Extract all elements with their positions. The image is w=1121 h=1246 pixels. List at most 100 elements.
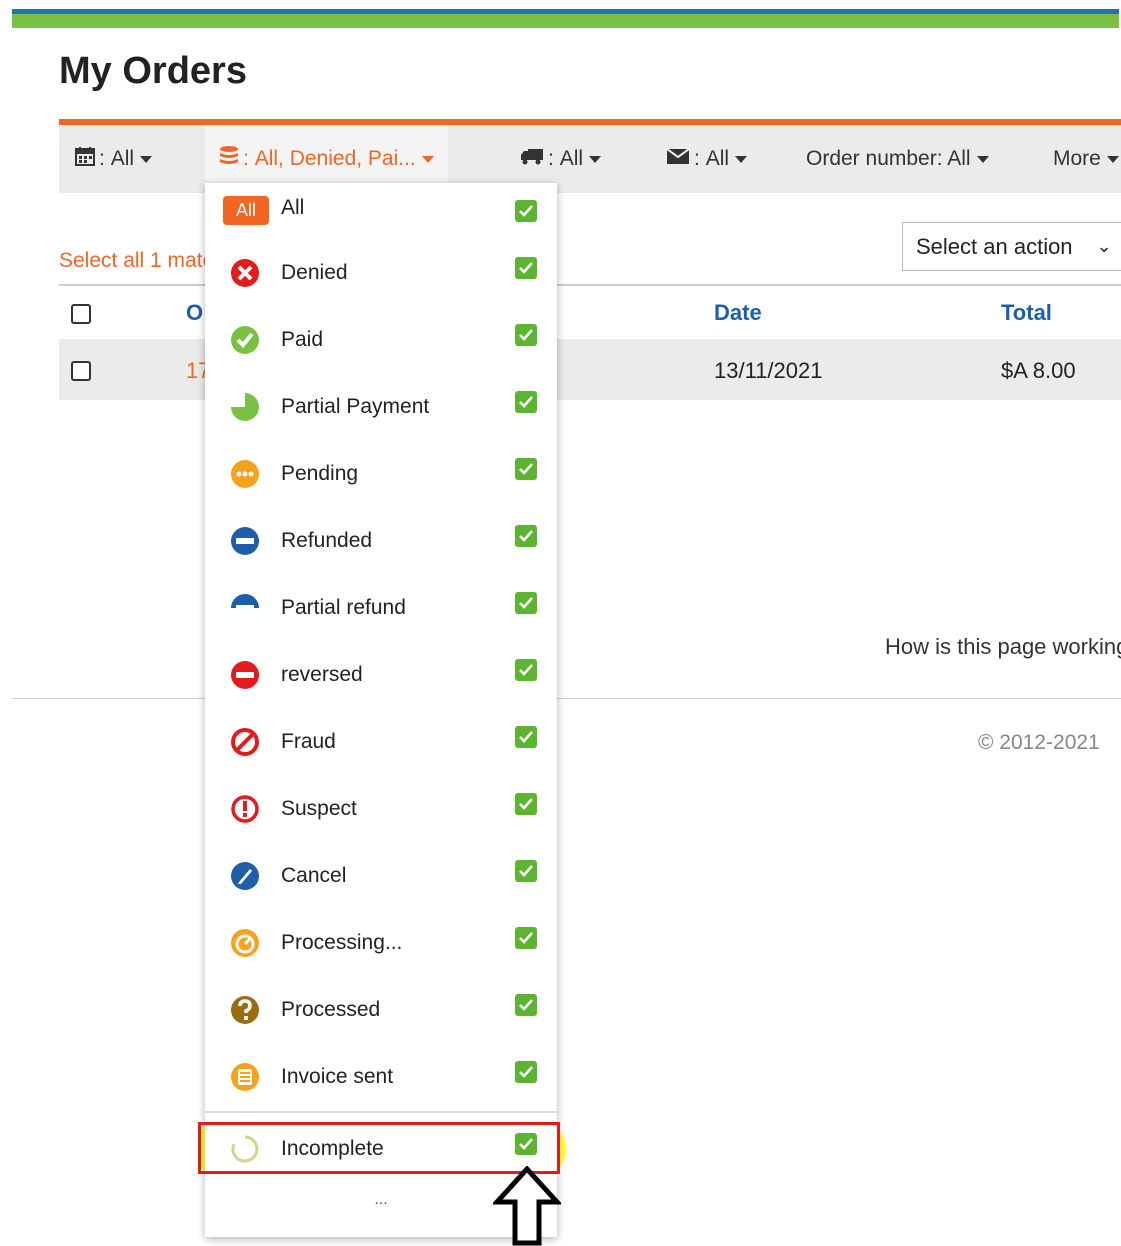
status-option-fraud[interactable]: Fraud bbox=[205, 722, 557, 762]
status-option-invoice-sent[interactable]: Invoice sent bbox=[205, 1057, 557, 1097]
partial-refund-icon bbox=[229, 592, 261, 624]
calendar-icon bbox=[75, 146, 95, 172]
status-option-label: Pending bbox=[281, 462, 359, 485]
email-filter-value: All bbox=[705, 147, 730, 170]
status-option-label: Processed bbox=[281, 998, 381, 1021]
fraud-icon bbox=[229, 726, 261, 758]
shipping-filter-value: All bbox=[559, 147, 584, 170]
action-select-label: Select an action bbox=[916, 233, 1073, 259]
status-option-reversed[interactable]: reversed bbox=[205, 655, 557, 695]
status-option-all[interactable]: All All bbox=[205, 190, 557, 230]
copyright-text: © 2012-2021 bbox=[978, 731, 1100, 754]
status-option-label: Denied bbox=[281, 261, 348, 284]
refunded-icon bbox=[229, 525, 261, 557]
total-column-header[interactable]: Total bbox=[1001, 300, 1052, 326]
processing-icon bbox=[229, 927, 261, 959]
order-date: 13/11/2021 bbox=[714, 358, 823, 383]
status-option-label: Cancel bbox=[281, 864, 347, 887]
status-option-denied[interactable]: Denied bbox=[205, 253, 557, 293]
status-option-processed[interactable]: Processed bbox=[205, 990, 557, 1030]
checkbox-checked-icon[interactable] bbox=[515, 994, 537, 1016]
page-title: My Orders bbox=[59, 50, 247, 92]
chevron-down-icon bbox=[140, 155, 153, 163]
order-column-header[interactable]: O bbox=[186, 300, 203, 326]
reversed-icon bbox=[229, 659, 261, 691]
status-option-label: Paid bbox=[281, 328, 324, 351]
invoice-sent-icon bbox=[229, 1061, 261, 1093]
status-option-partial-payment[interactable]: Partial Payment bbox=[205, 387, 557, 427]
chevron-down-icon bbox=[589, 155, 602, 163]
footer-divider bbox=[12, 698, 1121, 699]
filter-separator: : bbox=[99, 147, 105, 170]
select-all-checkbox[interactable] bbox=[71, 304, 91, 324]
row-checkbox[interactable] bbox=[71, 361, 91, 381]
status-option-cancel[interactable]: Cancel bbox=[205, 856, 557, 896]
order-total: $A 8.00 bbox=[1001, 358, 1076, 383]
filter-separator: : bbox=[243, 147, 249, 170]
database-icon bbox=[219, 145, 239, 173]
checkbox-checked-icon[interactable] bbox=[515, 1061, 537, 1083]
more-filter[interactable]: More bbox=[1053, 125, 1119, 193]
filter-separator: : bbox=[548, 147, 554, 170]
status-option-pending[interactable]: Pending bbox=[205, 454, 557, 494]
help-link[interactable]: How is this page working? bbox=[885, 634, 1121, 660]
checkbox-checked-icon[interactable] bbox=[515, 592, 537, 614]
status-dropdown: All All Denied Paid Partial Payment Pend… bbox=[205, 183, 557, 1237]
status-option-processing[interactable]: Processing... bbox=[205, 923, 557, 963]
checkbox-checked-icon[interactable] bbox=[515, 257, 537, 279]
status-option-paid[interactable]: Paid bbox=[205, 320, 557, 360]
denied-icon bbox=[229, 257, 261, 289]
partial-payment-icon bbox=[229, 391, 261, 423]
pending-icon bbox=[229, 458, 261, 490]
status-option-label: reversed bbox=[281, 663, 363, 686]
status-option-label: Refunded bbox=[281, 529, 373, 552]
order-number-filter-label: Order number: All bbox=[806, 147, 971, 170]
chevron-down-icon: ⌄ bbox=[1096, 236, 1112, 256]
checkbox-checked-icon[interactable] bbox=[515, 391, 537, 413]
order-number-filter[interactable]: Order number: All bbox=[806, 125, 989, 193]
more-filter-label: More bbox=[1053, 147, 1101, 170]
status-option-suspect[interactable]: Suspect bbox=[205, 789, 557, 829]
status-option-label: Suspect bbox=[281, 797, 357, 820]
status-option-label: Invoice sent bbox=[281, 1065, 394, 1088]
checkbox-checked-icon[interactable] bbox=[515, 726, 537, 748]
suspect-icon bbox=[229, 793, 261, 825]
date-filter[interactable]: : All bbox=[75, 125, 153, 193]
chevron-down-icon bbox=[421, 155, 434, 163]
status-option-partial-refund[interactable]: Partial refund bbox=[205, 588, 557, 628]
checkbox-checked-icon[interactable] bbox=[515, 324, 537, 346]
chevron-down-icon bbox=[976, 155, 989, 163]
status-option-label: Processing... bbox=[281, 931, 403, 954]
envelope-icon bbox=[666, 147, 690, 171]
status-option-label: All bbox=[281, 196, 305, 219]
email-filter[interactable]: : All bbox=[666, 125, 748, 193]
top-color-bar bbox=[12, 9, 1119, 28]
date-filter-value: All bbox=[110, 147, 135, 170]
chevron-down-icon bbox=[1106, 155, 1119, 163]
checkbox-checked-icon[interactable] bbox=[515, 525, 537, 547]
status-option-label: Partial Payment bbox=[281, 395, 430, 418]
status-option-label: Partial refund bbox=[281, 596, 406, 619]
select-all-link[interactable]: Select all 1 matching bbox=[59, 249, 209, 273]
cancel-icon bbox=[229, 860, 261, 892]
checkbox-checked-icon[interactable] bbox=[515, 659, 537, 681]
checkbox-checked-icon[interactable] bbox=[515, 860, 537, 882]
checkbox-checked-icon[interactable] bbox=[515, 927, 537, 949]
all-badge: All bbox=[223, 196, 269, 225]
status-filter-value: All, Denied, Pai... bbox=[254, 147, 416, 170]
filter-bar: : All : All, Denied, Pai... : All : All … bbox=[59, 119, 1121, 193]
dropdown-divider bbox=[205, 1111, 557, 1113]
date-column-header[interactable]: Date bbox=[714, 300, 762, 326]
checkbox-checked-icon[interactable] bbox=[515, 458, 537, 480]
status-option-label: Fraud bbox=[281, 730, 336, 753]
filter-separator: : bbox=[694, 147, 700, 170]
action-select[interactable]: Select an action ⌄ bbox=[902, 222, 1121, 271]
up-arrow-icon bbox=[493, 1166, 561, 1246]
truck-icon bbox=[520, 147, 544, 171]
paid-icon bbox=[229, 324, 261, 356]
processed-icon bbox=[229, 994, 261, 1026]
checkbox-checked-icon[interactable] bbox=[515, 200, 537, 222]
checkbox-checked-icon[interactable] bbox=[515, 793, 537, 815]
chevron-down-icon bbox=[735, 155, 748, 163]
status-option-refunded[interactable]: Refunded bbox=[205, 521, 557, 561]
